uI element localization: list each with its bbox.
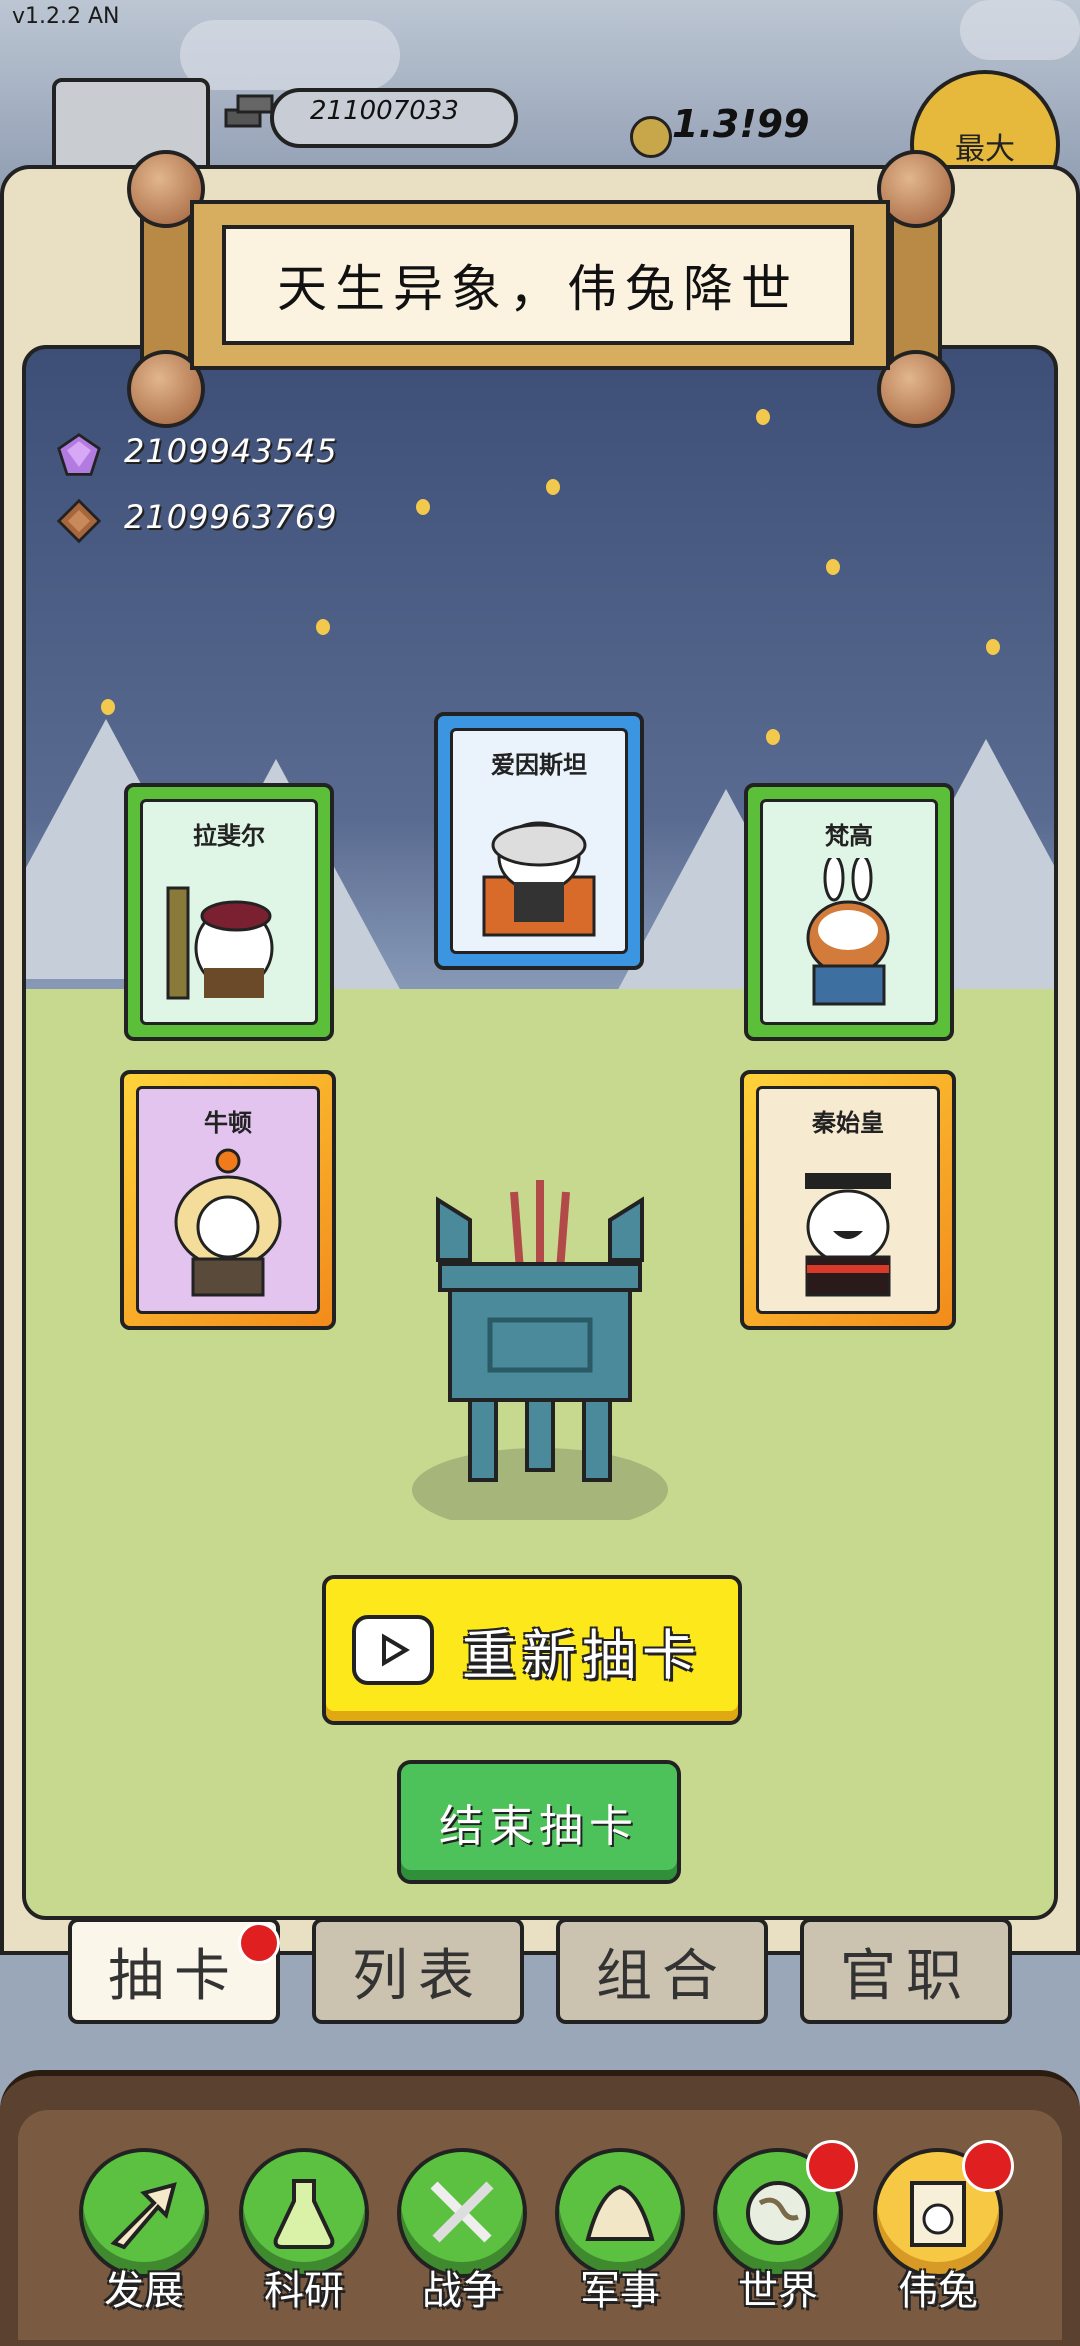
tab-office[interactable]: 官职 [800,1918,1012,2024]
raphael-bunny-icon [166,886,274,1000]
redraw-button[interactable]: 重新抽卡 [322,1575,742,1725]
nav-label: 发展 [104,2268,184,2314]
newton-bunny-icon [174,1148,282,1297]
hero-card-qin-shi-huang[interactable]: 秦始皇 [740,1070,956,1330]
star [316,619,330,635]
play-video-icon [352,1615,434,1685]
chest-icon [56,498,102,544]
gold-coin-icon [630,116,672,158]
cloud [180,20,400,90]
card-face: 拉斐尔 [140,799,318,1025]
qin-shi-huang-bunny-icon [805,1173,891,1297]
end-draw-button[interactable]: 结束抽卡 [397,1760,681,1884]
nav-label: 科研 [264,2268,344,2314]
card-face: 牛顿 [136,1086,320,1314]
tab-draw-badge [238,1922,280,1964]
hero-card-einstein[interactable]: 爱因斯坦 [434,712,644,970]
nav-war[interactable]: 战争 [394,2148,530,2314]
card-name: 拉斐尔 [193,822,265,850]
version-label: v1.2.2 AN [12,4,120,29]
star [416,499,430,515]
hero-card-raphael[interactable]: 拉斐尔 [124,783,334,1041]
iron-ingot-icon [224,94,274,128]
van-gogh-bunny-icon [806,858,890,1006]
gold-value: 1.3!99 [672,102,810,146]
card-face: 秦始皇 [756,1086,940,1314]
card-face: 爱因斯坦 [450,728,628,954]
star [986,639,1000,655]
hero-card-van-gogh[interactable]: 梵高 [744,783,954,1041]
star [826,559,840,575]
card-name: 牛顿 [204,1109,252,1137]
card-name: 秦始皇 [812,1109,884,1137]
nav-world-badge [806,2140,858,2192]
nav-label: 伟兔 [898,2268,978,2314]
nav-label: 战争 [422,2268,502,2314]
star [766,729,780,745]
gem-value: 2109943545 [124,432,338,470]
cloud [960,0,1080,60]
bronze-cauldron-icon [412,1180,668,1520]
tab-combo[interactable]: 组合 [556,1918,768,2024]
nav-label: 军事 [580,2268,660,2314]
nav-military[interactable]: 军事 [552,2148,688,2314]
tab-list[interactable]: 列表 [312,1918,524,2024]
nav-label: 世界 [738,2268,818,2314]
card-name: 梵高 [825,822,873,850]
star [546,479,560,495]
iron-value: 211007033 [310,96,459,126]
banner-title: 天生异象，伟兔降世 [222,225,854,345]
einstein-bunny-icon [482,821,596,937]
card-face: 梵高 [760,799,938,1025]
chest-value: 2109963769 [124,498,338,536]
card-name: 爱因斯坦 [491,751,587,779]
nav-great-rabbit-badge [962,2140,1014,2192]
gem-icon [57,433,101,476]
star [756,409,770,425]
nav-develop[interactable]: 发展 [76,2148,212,2314]
redraw-label: 重新抽卡 [462,1623,702,1687]
hero-card-newton[interactable]: 牛顿 [120,1070,336,1330]
nav-research[interactable]: 科研 [236,2148,372,2314]
star [101,699,115,715]
